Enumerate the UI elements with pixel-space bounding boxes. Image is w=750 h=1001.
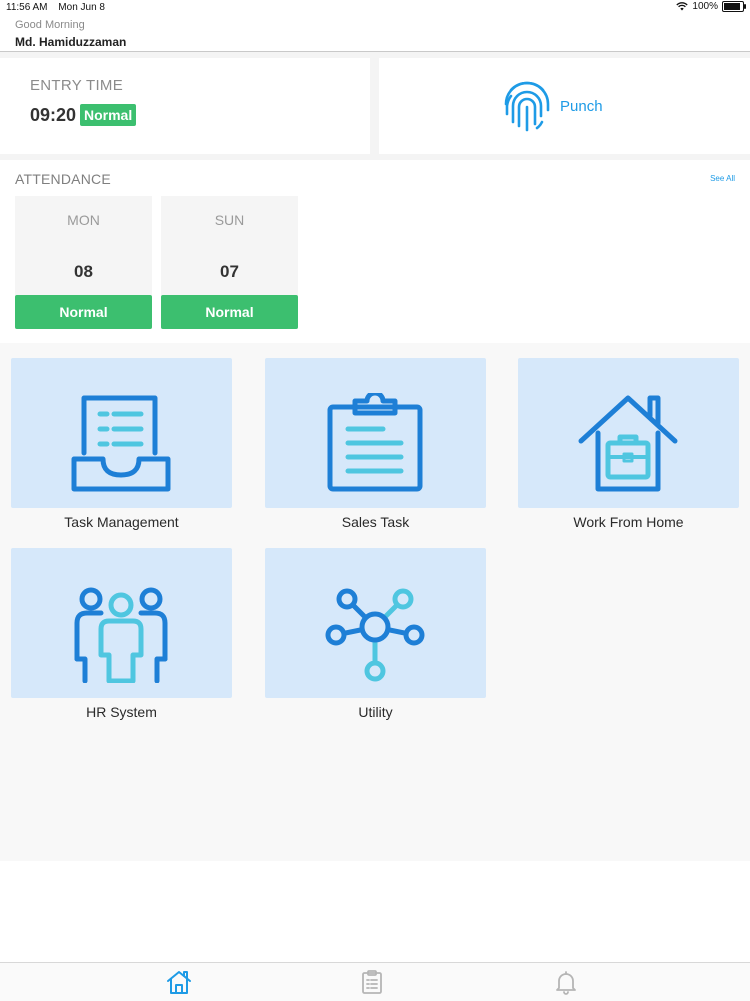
status-time-date: 11:56 AM Mon Jun 8 [6, 2, 113, 13]
tile-label[interactable]: Sales Task [265, 514, 486, 530]
user-name: Md. Hamiduzzaman [15, 35, 127, 49]
battery-icon [722, 1, 746, 12]
tile-work-from-home[interactable]: Work From Home [518, 358, 739, 538]
fingerprint-icon[interactable] [503, 80, 551, 132]
greeting-text: Good Morning [15, 19, 85, 31]
tile-box[interactable] [265, 358, 486, 508]
tile-task-management[interactable]: Task Management [11, 358, 232, 538]
punch-label[interactable]: Punch [560, 98, 603, 115]
attendance-day-card[interactable]: SUN 07 Normal [161, 196, 298, 329]
attendance-title: ATTENDANCE [15, 171, 111, 187]
status-bar: 11:56 AM Mon Jun 8 100% [0, 0, 750, 14]
network-nodes-icon [325, 588, 425, 682]
tile-utility[interactable]: Utility [265, 548, 486, 728]
house-briefcase-icon [578, 395, 678, 492]
entry-time-label: ENTRY TIME [30, 77, 124, 94]
entry-status-badge: Normal [80, 104, 137, 126]
tab-bar [0, 962, 750, 1001]
day-status-badge: Normal [161, 295, 298, 329]
wifi-icon [676, 2, 689, 11]
day-status-badge: Normal [15, 295, 152, 329]
entry-time-value: 09:20 [30, 105, 77, 125]
inbox-list-icon [71, 395, 171, 492]
clipboard-icon [327, 393, 423, 492]
day-date: 08 [74, 262, 93, 281]
battery-percent: 100% [692, 1, 718, 12]
tile-sales-task[interactable]: Sales Task [265, 358, 486, 538]
tile-label[interactable]: Work From Home [518, 514, 739, 530]
tile-box[interactable] [518, 358, 739, 508]
day-name: SUN [214, 212, 245, 228]
day-name: MON [67, 212, 100, 228]
day-date: 07 [220, 262, 239, 281]
home-icon[interactable] [166, 969, 192, 995]
people-group-icon [74, 587, 168, 683]
tile-box[interactable] [11, 548, 232, 698]
entry-time-card: ENTRY TIME 09:20 Normal [0, 58, 370, 154]
tile-box[interactable] [265, 548, 486, 698]
tile-box[interactable] [11, 358, 232, 508]
bell-icon[interactable] [553, 969, 579, 995]
status-time: 11:56 AM [6, 2, 48, 13]
header: Good Morning Md. Hamiduzzaman [0, 14, 750, 52]
attendance-day-card[interactable]: MON 08 Normal [15, 196, 152, 329]
tile-label[interactable]: Task Management [11, 514, 232, 530]
tile-label[interactable]: HR System [11, 704, 232, 720]
report-icon[interactable] [359, 969, 385, 995]
tile-label[interactable]: Utility [265, 704, 486, 720]
status-date: Mon Jun 8 [58, 2, 105, 13]
tile-hr-system[interactable]: HR System [11, 548, 232, 728]
status-right: 100% [676, 1, 746, 12]
see-all-link[interactable]: See All [710, 174, 735, 183]
